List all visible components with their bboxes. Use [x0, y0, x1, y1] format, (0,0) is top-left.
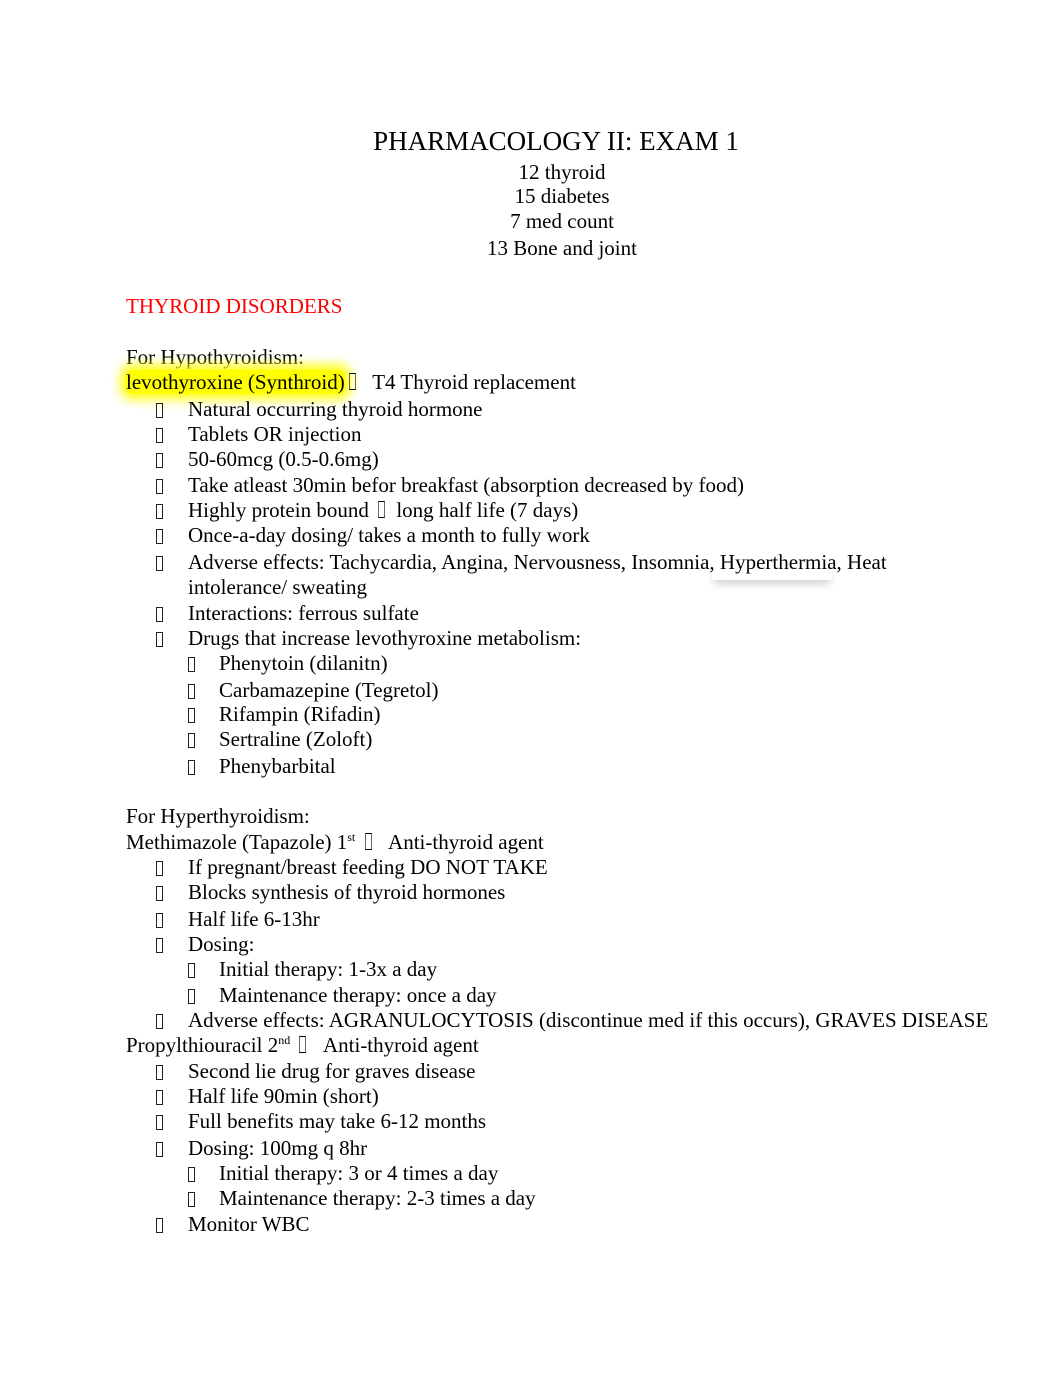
bullet-icon: [156, 1090, 163, 1105]
bullet-icon: [188, 1192, 195, 1207]
bullet-icon: [156, 1014, 163, 1029]
bullet-icon: [156, 938, 163, 953]
highlighted-drug-name: levothyroxine (Synthroid): [126, 370, 345, 394]
bullet-icon: [156, 504, 163, 519]
count-line: 15 diabetes: [514, 184, 610, 208]
count-line: 13 Bone and joint: [487, 236, 637, 260]
bullet-icon: [156, 861, 163, 876]
bullet-icon: [188, 708, 195, 723]
arrow-symbol-icon: [299, 1036, 307, 1053]
subsection-label: For Hyperthyroidism:: [126, 804, 310, 828]
bullet-icon: [188, 1167, 195, 1182]
bullet-icon: [156, 428, 163, 443]
count-line: 12 thyroid: [518, 160, 606, 184]
bullet-icon: [188, 963, 195, 978]
bullet-icon: [156, 556, 163, 571]
bullet-icon: [156, 1065, 163, 1080]
bullet-icon: [188, 989, 195, 1004]
bullet-icon: [188, 684, 195, 699]
bullet-icon: [156, 886, 163, 901]
bullet-icon: [156, 913, 163, 928]
count-line: 7 med count: [510, 209, 614, 233]
section-heading: THYROID DISORDERS: [126, 294, 343, 318]
bullet-icon: [156, 479, 163, 494]
arrow-symbol-icon: [348, 373, 356, 390]
bullet-icon: [188, 760, 195, 775]
arrow-symbol-icon: [378, 501, 385, 518]
bullet-icon: [156, 1115, 163, 1130]
arrow-symbol-icon: [364, 833, 372, 850]
bullet-icon: [156, 1142, 163, 1157]
document-page: PHARMACOLOGY II: EXAM 1 12 thyroid 15 di…: [0, 0, 1062, 1377]
bullet-icon: [156, 453, 163, 468]
bullet-icon: [156, 403, 163, 418]
drug-description: T4 Thyroid replacement: [372, 370, 576, 394]
drug-line: Methimazole (Tapazole) 1st Anti-thyroid …: [126, 830, 544, 854]
drug-line: levothyroxine (Synthroid) T4 Thyroid rep…: [126, 370, 576, 395]
subsection-label: For Hypothyroidism:: [126, 345, 304, 369]
bullet-icon: [188, 733, 195, 748]
bullet-icon: [156, 529, 163, 544]
bullet-icon: [188, 657, 195, 672]
bullet-icon: [156, 1218, 163, 1233]
document-title: PHARMACOLOGY II: EXAM 1: [373, 126, 739, 156]
bullet-icon: [156, 607, 163, 622]
drug-line: Propylthiouracil 2nd Anti-thyroid agent: [126, 1033, 479, 1057]
bullet-icon: [156, 632, 163, 647]
